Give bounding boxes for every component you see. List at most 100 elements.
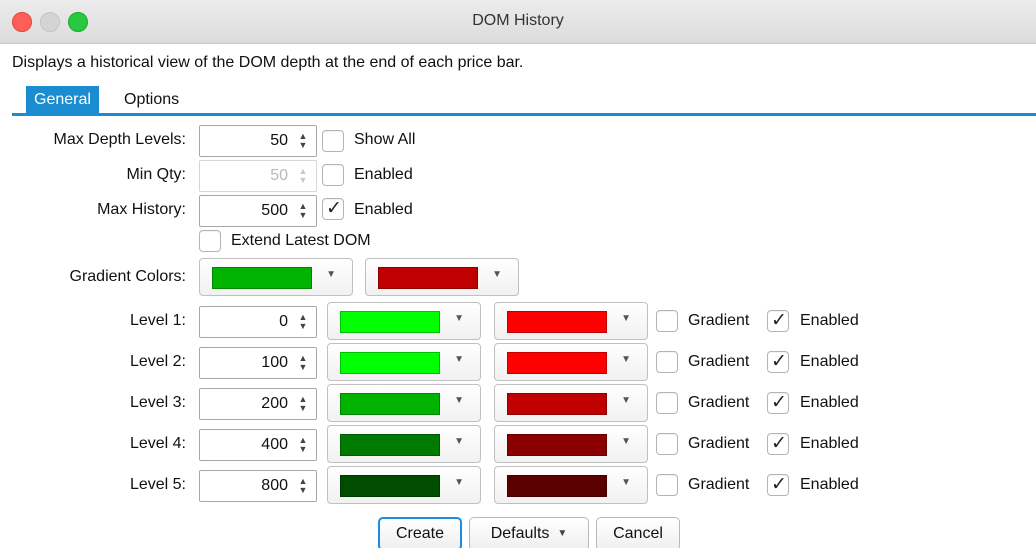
check-icon: ✓ (771, 351, 787, 372)
color-swatch (507, 434, 607, 456)
spinner-arrows-icon[interactable]: ▲ ▼ (296, 202, 310, 222)
show-all-label: Show All (354, 131, 416, 148)
chevron-down-icon: ▼ (454, 436, 464, 447)
level-gradient-checkbox[interactable] (656, 351, 678, 373)
color-swatch (507, 393, 607, 415)
color-swatch (340, 393, 440, 415)
level-label: Level 2: (129, 353, 186, 370)
check-icon: ✓ (771, 392, 787, 413)
level-threshold-spinner[interactable]: 800 ▲ ▼ (199, 470, 317, 502)
defaults-label: Defaults (490, 525, 550, 543)
max-history-enabled-checkbox[interactable]: ✓ (322, 198, 344, 220)
chevron-down-icon: ▼ (621, 436, 631, 447)
defaults-button[interactable]: Defaults ▼ (469, 517, 589, 548)
chevron-down-icon: ▼ (621, 477, 631, 488)
level-gradient-checkbox[interactable] (656, 310, 678, 332)
spinner-arrows-icon[interactable]: ▲ ▼ (296, 477, 310, 497)
spinner-arrows-icon[interactable]: ▲ ▼ (296, 436, 310, 456)
level-label: Level 5: (129, 476, 186, 493)
spinner-arrows-icon[interactable]: ▲ ▼ (296, 354, 310, 374)
chevron-down-icon: ▼ (454, 395, 464, 406)
chevron-down-icon: ▼ (454, 477, 464, 488)
chevron-down-icon: ▼ (621, 354, 631, 365)
max-depth-value: 50 (270, 132, 288, 149)
chevron-down-icon: ▼ (557, 528, 568, 539)
level-gradient-label: Gradient (688, 394, 750, 411)
max-history-label: Max History: (97, 201, 186, 218)
level-threshold-value: 100 (261, 354, 288, 371)
min-qty-spinner[interactable]: 50 ▲ ▼ (199, 160, 317, 192)
level-color1-picker[interactable]: ▼ (327, 466, 481, 504)
level-threshold-value: 400 (261, 436, 288, 453)
level-enabled-checkbox[interactable]: ✓ (767, 433, 789, 455)
max-depth-spinner[interactable]: 50 ▲ ▼ (199, 125, 317, 157)
cancel-button[interactable]: Cancel (596, 517, 680, 548)
level-threshold-spinner[interactable]: 400 ▲ ▼ (199, 429, 317, 461)
color-swatch (340, 311, 440, 333)
level-color1-picker[interactable]: ▼ (327, 425, 481, 463)
chevron-down-icon: ▼ (492, 269, 502, 280)
extend-latest-label: Extend Latest DOM (231, 232, 371, 249)
level-color2-picker[interactable]: ▼ (494, 425, 648, 463)
chevron-down-icon: ▼ (621, 395, 631, 406)
max-depth-label: Max Depth Levels: (53, 131, 186, 148)
level-gradient-label: Gradient (688, 476, 750, 493)
level-threshold-spinner[interactable]: 100 ▲ ▼ (199, 347, 317, 379)
level-threshold-spinner[interactable]: 0 ▲ ▼ (199, 306, 317, 338)
color-swatch (340, 352, 440, 374)
level-color2-picker[interactable]: ▼ (494, 343, 648, 381)
level-color2-picker[interactable]: ▼ (494, 302, 648, 340)
level-color2-picker[interactable]: ▼ (494, 384, 648, 422)
create-button[interactable]: Create (378, 517, 462, 548)
level-label: Level 3: (129, 394, 186, 411)
level-color1-picker[interactable]: ▼ (327, 384, 481, 422)
title-bar: DOM History (0, 0, 1036, 44)
level-enabled-checkbox[interactable]: ✓ (767, 474, 789, 496)
gradient-color1-picker[interactable]: ▼ (199, 258, 353, 296)
level-color2-picker[interactable]: ▼ (494, 466, 648, 504)
spinner-arrows-icon[interactable]: ▲ ▼ (296, 313, 310, 333)
level-enabled-checkbox[interactable]: ✓ (767, 310, 789, 332)
color-swatch (378, 267, 478, 289)
gradient-colors-label: Gradient Colors: (69, 268, 187, 285)
min-qty-enabled-checkbox[interactable] (322, 164, 344, 186)
color-swatch (507, 475, 607, 497)
level-enabled-checkbox[interactable]: ✓ (767, 351, 789, 373)
level-gradient-checkbox[interactable] (656, 433, 678, 455)
spinner-arrows-icon[interactable]: ▲ ▼ (296, 167, 310, 187)
level-enabled-label: Enabled (800, 394, 859, 411)
level-gradient-checkbox[interactable] (656, 392, 678, 414)
min-qty-enabled-label: Enabled (354, 166, 413, 183)
level-threshold-value: 200 (261, 395, 288, 412)
max-history-spinner[interactable]: 500 ▲ ▼ (199, 195, 317, 227)
level-color1-picker[interactable]: ▼ (327, 343, 481, 381)
tab-options[interactable]: Options (116, 86, 187, 114)
spinner-arrows-icon[interactable]: ▲ ▼ (296, 132, 310, 152)
max-history-value: 500 (261, 202, 288, 219)
level-threshold-spinner[interactable]: 200 ▲ ▼ (199, 388, 317, 420)
chevron-down-icon: ▼ (454, 354, 464, 365)
show-all-checkbox[interactable] (322, 130, 344, 152)
level-gradient-checkbox[interactable] (656, 474, 678, 496)
chevron-down-icon: ▼ (621, 313, 631, 324)
min-qty-value: 50 (270, 167, 288, 184)
level-enabled-label: Enabled (800, 435, 859, 452)
max-history-enabled-label: Enabled (354, 201, 413, 218)
level-gradient-label: Gradient (688, 435, 750, 452)
gradient-color2-picker[interactable]: ▼ (365, 258, 519, 296)
min-qty-label: Min Qty: (126, 166, 186, 183)
level-color1-picker[interactable]: ▼ (327, 302, 481, 340)
extend-latest-checkbox[interactable] (199, 230, 221, 252)
check-icon: ✓ (771, 310, 787, 331)
chevron-down-icon: ▼ (454, 313, 464, 324)
check-icon: ✓ (326, 198, 342, 219)
color-swatch (340, 475, 440, 497)
check-icon: ✓ (771, 474, 787, 495)
level-gradient-label: Gradient (688, 312, 750, 329)
tab-general[interactable]: General (26, 86, 99, 114)
spinner-arrows-icon[interactable]: ▲ ▼ (296, 395, 310, 415)
level-enabled-label: Enabled (800, 476, 859, 493)
level-enabled-checkbox[interactable]: ✓ (767, 392, 789, 414)
description-text: Displays a historical view of the DOM de… (12, 54, 524, 71)
check-icon: ✓ (771, 433, 787, 454)
